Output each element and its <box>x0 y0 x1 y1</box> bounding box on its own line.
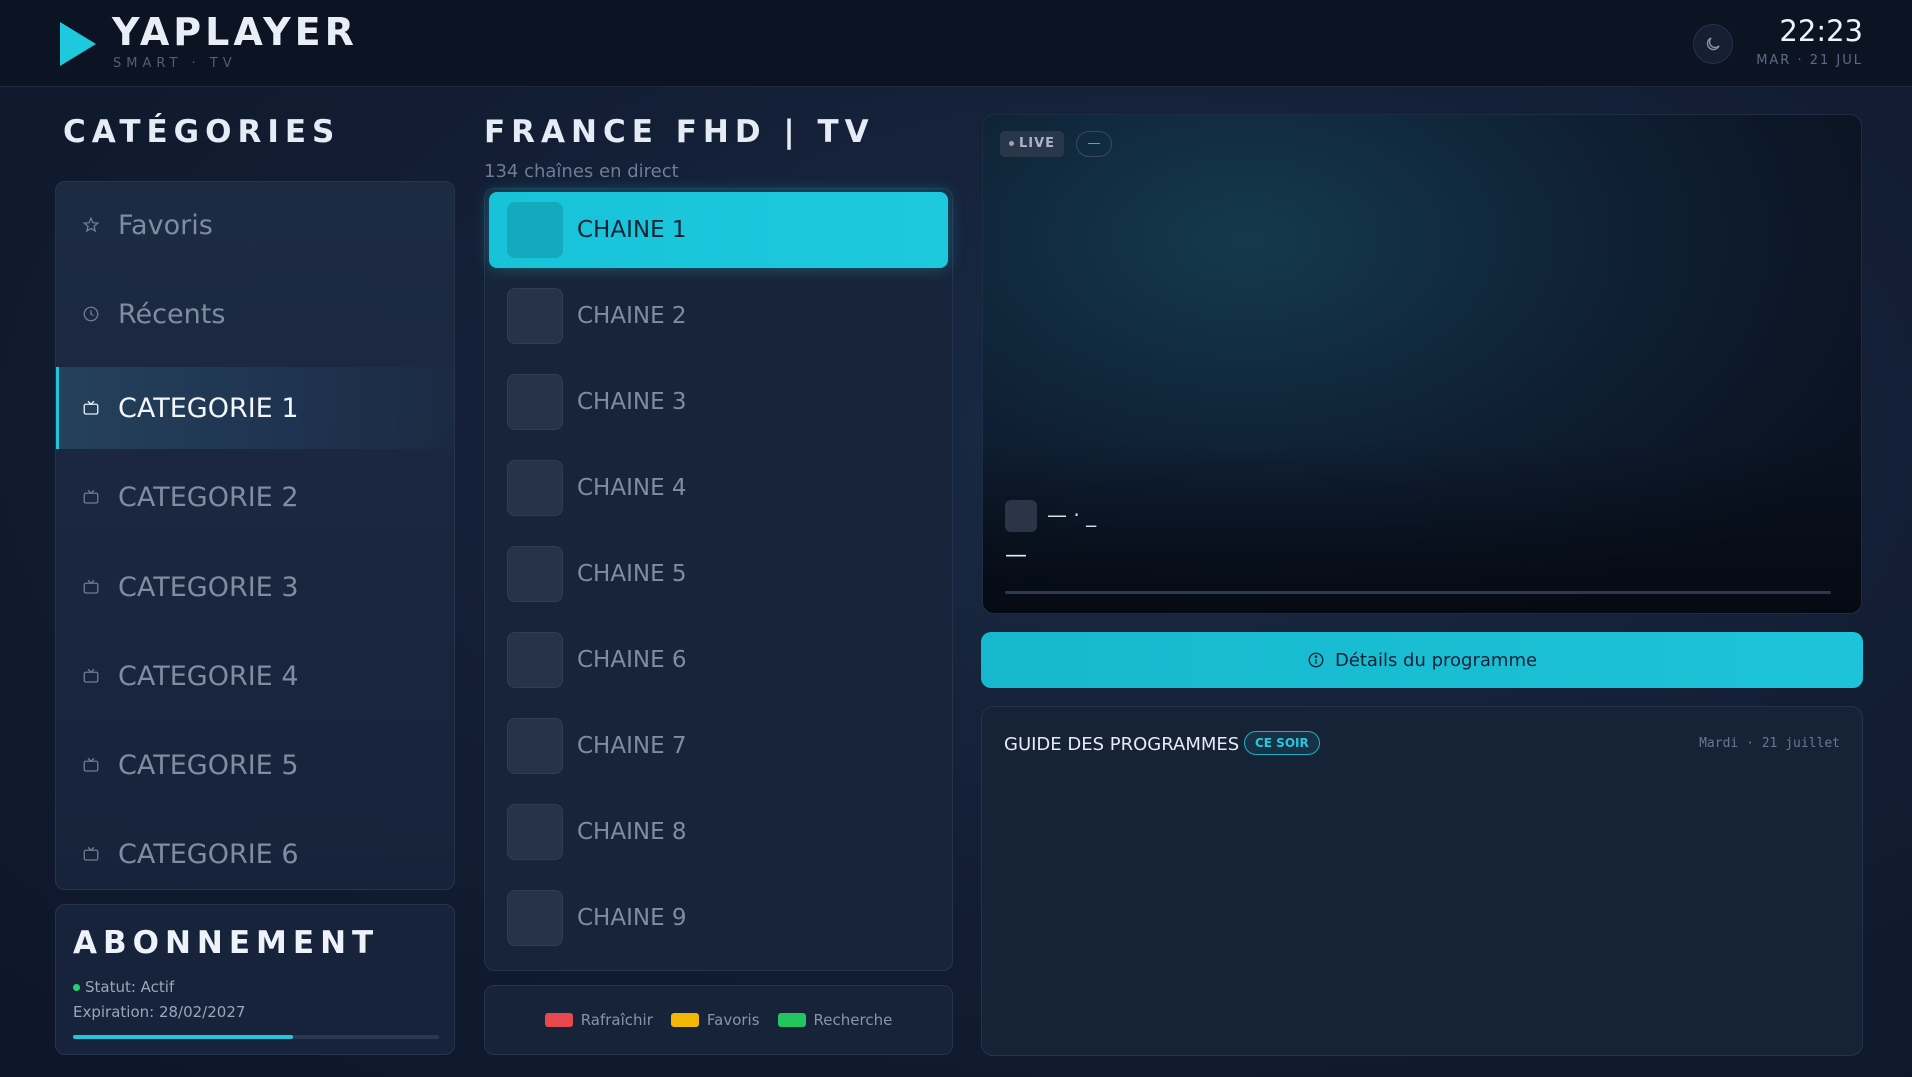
channel-logo <box>507 288 563 344</box>
category-item-6[interactable]: CATEGORIE 6 <box>56 813 454 889</box>
theme-toggle-button[interactable] <box>1693 24 1733 64</box>
clock-time: 22:23 <box>1779 14 1863 48</box>
channel-group-title: FRANCE FHD | TV <box>484 114 875 150</box>
live-label: LIVE <box>1019 136 1056 151</box>
info-icon <box>1308 652 1324 668</box>
category-label: CATEGORIE 3 <box>118 571 299 603</box>
channel-item[interactable]: CHAINE 6 <box>489 622 948 698</box>
channel-logo <box>507 546 563 602</box>
channel-item[interactable]: CHAINE 2 <box>489 278 948 354</box>
category-label: CATEGORIE 5 <box>118 749 299 781</box>
channel-item[interactable]: CHAINE 7 <box>489 708 948 784</box>
live-badge: LIVE <box>1000 131 1065 157</box>
remote-key-legend: Rafraîchir Favoris Recherche <box>484 985 953 1055</box>
category-label: CATEGORIE 4 <box>118 660 299 692</box>
key-label: Favoris <box>706 1011 760 1029</box>
category-label: CATEGORIE 6 <box>118 838 299 870</box>
key-label: Rafraîchir <box>580 1011 653 1029</box>
channel-label: CHAINE 6 <box>577 647 687 673</box>
quality-badge: — <box>1076 131 1112 157</box>
subscription-title: ABONNEMENT <box>73 925 380 961</box>
category-label: CATEGORIE 1 <box>118 392 299 424</box>
now-playing-logo <box>1005 500 1037 532</box>
channel-label: CHAINE 9 <box>577 905 687 931</box>
yellow-key-icon <box>670 1013 699 1027</box>
category-label: Favoris <box>118 209 213 241</box>
category-item-4[interactable]: CATEGORIE 4 <box>56 635 454 717</box>
now-playing-title: — · _ <box>1047 503 1097 527</box>
now-playing-program: — <box>1005 543 1027 568</box>
channel-logo <box>507 460 563 516</box>
channel-list: CHAINE 1 CHAINE 2 CHAINE 3 CHAINE 4 CHAI… <box>484 188 953 971</box>
top-bar: YAPLAYER SMART · TV 22:23 MAR · 21 JUL <box>0 0 1912 87</box>
tv-icon <box>83 400 99 415</box>
guide-date: Mardi · 21 juillet <box>1699 736 1840 751</box>
categories-title: CATÉGORIES <box>63 114 341 150</box>
channel-item[interactable]: CHAINE 3 <box>489 364 948 440</box>
channel-label: CHAINE 5 <box>577 561 687 587</box>
channel-logo <box>507 202 563 258</box>
video-player[interactable]: LIVE — — · _ — <box>982 114 1862 614</box>
play-logo-icon <box>60 22 96 66</box>
category-label: CATEGORIE 2 <box>118 481 299 513</box>
tv-icon <box>83 757 99 772</box>
channel-label: CHAINE 3 <box>577 389 687 415</box>
program-guide: GUIDE DES PROGRAMMES CE SOIR Mardi · 21 … <box>981 706 1863 1056</box>
clock-icon <box>83 306 99 322</box>
channel-logo <box>507 718 563 774</box>
program-details-button[interactable]: Détails du programme <box>981 632 1863 688</box>
category-favoris[interactable]: Favoris <box>56 184 454 266</box>
channel-item[interactable]: CHAINE 8 <box>489 794 948 870</box>
star-icon <box>82 216 100 233</box>
search-key[interactable]: Recherche <box>777 1011 893 1029</box>
category-item-2[interactable]: CATEGORIE 2 <box>56 456 454 538</box>
brand-name: YAPLAYER <box>112 10 358 54</box>
channel-logo <box>507 804 563 860</box>
clock-date: MAR · 21 JUL <box>1756 53 1863 68</box>
favorites-key[interactable]: Favoris <box>670 1011 760 1029</box>
player-overlay <box>983 443 1861 613</box>
channel-label: CHAINE 7 <box>577 733 687 759</box>
channel-item[interactable]: CHAINE 5 <box>489 536 948 612</box>
channel-logo <box>507 374 563 430</box>
channel-item[interactable]: CHAINE 4 <box>489 450 948 526</box>
refresh-key[interactable]: Rafraîchir <box>544 1011 653 1029</box>
channel-item[interactable]: CHAINE 1 <box>489 192 948 268</box>
channel-item[interactable]: CHAINE 9 <box>489 880 948 956</box>
category-item-3[interactable]: CATEGORIE 3 <box>56 546 454 628</box>
key-label: Recherche <box>813 1011 893 1029</box>
category-recents[interactable]: Récents <box>56 273 454 355</box>
tv-icon <box>83 668 99 683</box>
channel-label: CHAINE 4 <box>577 475 687 501</box>
brand-subtitle: SMART · TV <box>113 56 237 71</box>
status-dot-icon <box>73 984 80 991</box>
subscription-status: Statut: Actif <box>73 978 174 996</box>
subscription-status-text: Statut: Actif <box>85 978 175 996</box>
channel-logo <box>507 890 563 946</box>
category-item-5[interactable]: CATEGORIE 5 <box>56 724 454 806</box>
tv-icon <box>83 846 99 861</box>
category-item-1[interactable]: CATEGORIE 1 <box>56 367 454 449</box>
categories-panel: Favoris Récents CATEGORIE 1 CATEGORIE 2 … <box>55 181 455 890</box>
subscription-expiration: Expiration: 28/02/2027 <box>73 1003 246 1021</box>
moon-icon <box>1706 37 1720 51</box>
channel-logo <box>507 632 563 688</box>
tv-icon <box>83 579 99 594</box>
channel-label: CHAINE 2 <box>577 303 687 329</box>
program-progress <box>1005 591 1831 594</box>
subscription-progress <box>73 1035 439 1039</box>
tv-icon <box>83 489 99 504</box>
tonight-badge[interactable]: CE SOIR <box>1244 731 1320 755</box>
details-label: Détails du programme <box>1334 649 1538 671</box>
guide-title: GUIDE DES PROGRAMMES <box>1004 734 1240 755</box>
subscription-panel: ABONNEMENT Statut: Actif Expiration: 28/… <box>55 904 455 1055</box>
live-dot-icon <box>1009 141 1014 146</box>
subscription-progress-fill <box>73 1035 293 1039</box>
green-key-icon <box>777 1013 806 1027</box>
red-key-icon <box>544 1013 573 1027</box>
category-label: Récents <box>118 298 226 330</box>
channel-label: CHAINE 1 <box>577 217 687 243</box>
channel-label: CHAINE 8 <box>577 819 687 845</box>
channel-count: 134 chaînes en direct <box>484 161 679 182</box>
